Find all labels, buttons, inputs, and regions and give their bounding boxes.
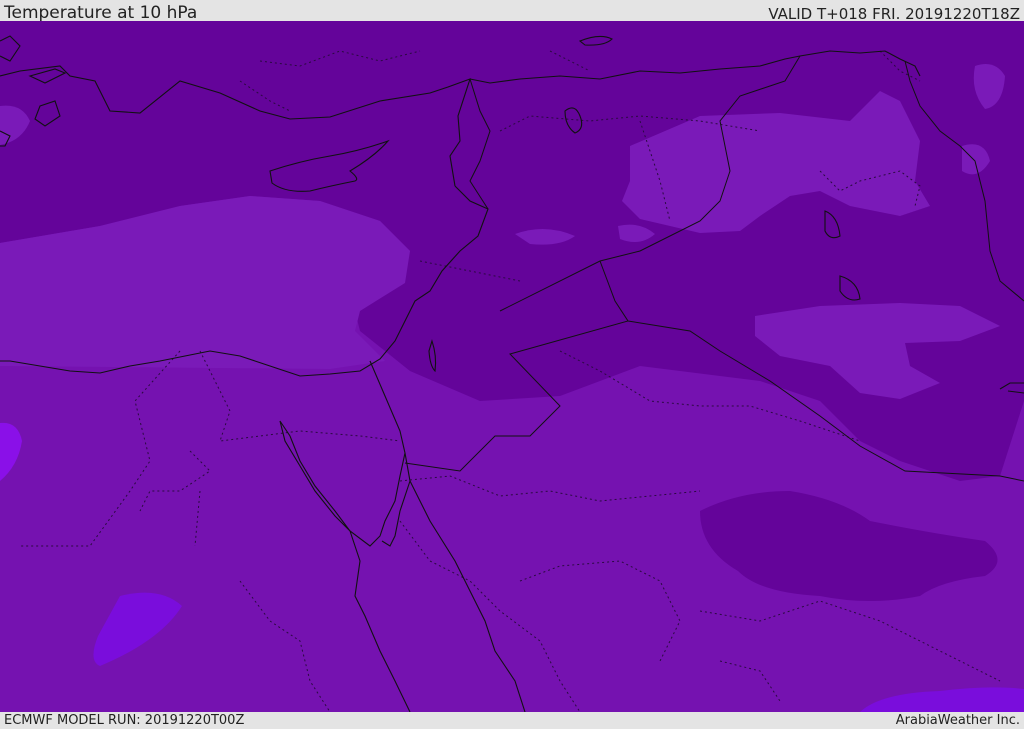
map-title: Temperature at 10 hPa: [4, 3, 198, 23]
model-run-label: ECMWF MODEL RUN: 20191220T00Z: [4, 713, 245, 728]
map-canvas[interactable]: [0, 21, 1024, 712]
temperature-map[interactable]: [0, 21, 1024, 712]
header-bar: Temperature at 10 hPa VALID T+018 FRI. 2…: [0, 0, 1024, 23]
map-page: Temperature at 10 hPa VALID T+018 FRI. 2…: [0, 0, 1024, 729]
credit-label: ArabiaWeather Inc.: [895, 713, 1020, 728]
footer-bar: ECMWF MODEL RUN: 20191220T00Z ArabiaWeat…: [0, 712, 1024, 729]
